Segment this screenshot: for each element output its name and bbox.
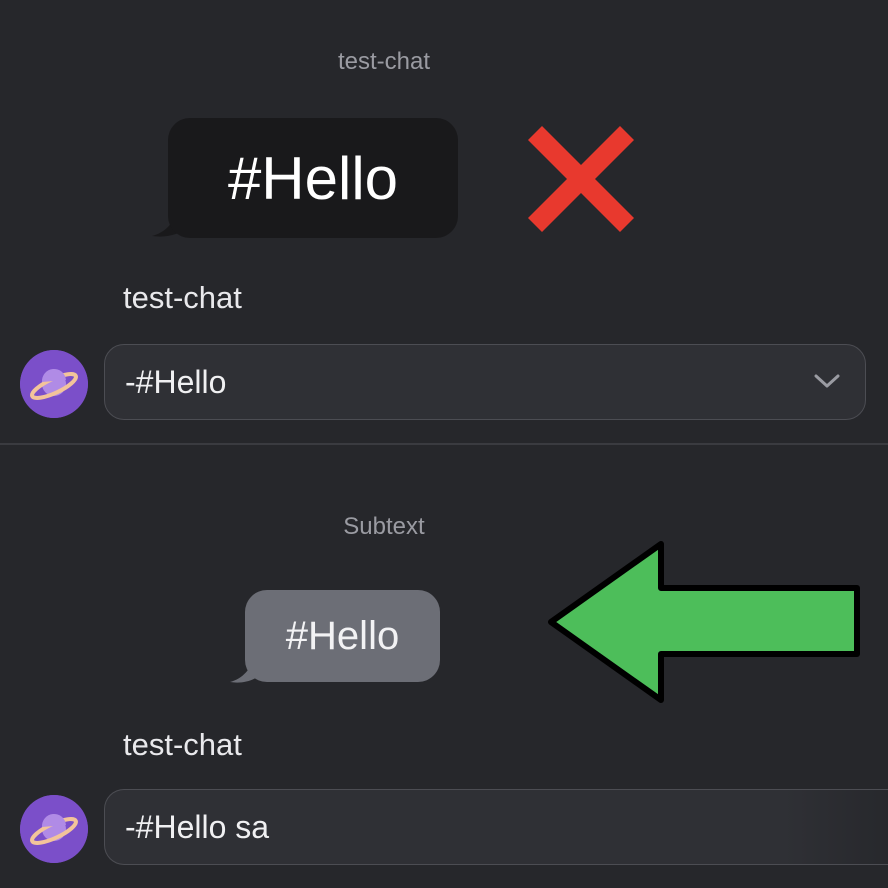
bottom-panel: Subtext #Hello test-chat -#Hello sa: [0, 445, 888, 888]
message-preview-bubble: #Hello: [245, 590, 440, 682]
channel-field-label: test-chat: [123, 280, 242, 315]
channel-field-label: test-chat: [123, 727, 242, 762]
chevron-down-icon[interactable]: [813, 371, 841, 391]
comparison-screenshot: test-chat #Hello test-chat -#Hello Subte…: [0, 0, 888, 888]
planet-avatar-icon: [20, 350, 88, 418]
input-value: -#Hello sa: [125, 808, 270, 845]
green-arrow-left-icon: [548, 541, 860, 703]
input-value: -#Hello: [125, 363, 227, 400]
message-text-input[interactable]: -#Hello sa: [104, 789, 888, 865]
top-panel: test-chat #Hello test-chat -#Hello: [0, 0, 888, 444]
planet-avatar-icon: [20, 795, 88, 863]
message-select-input[interactable]: -#Hello: [104, 344, 866, 420]
preview-channel-label: test-chat: [337, 48, 431, 75]
preview-subtext-label: Subtext: [343, 513, 425, 540]
message-preview-bubble: #Hello: [168, 118, 458, 238]
red-x-icon: [528, 126, 634, 232]
